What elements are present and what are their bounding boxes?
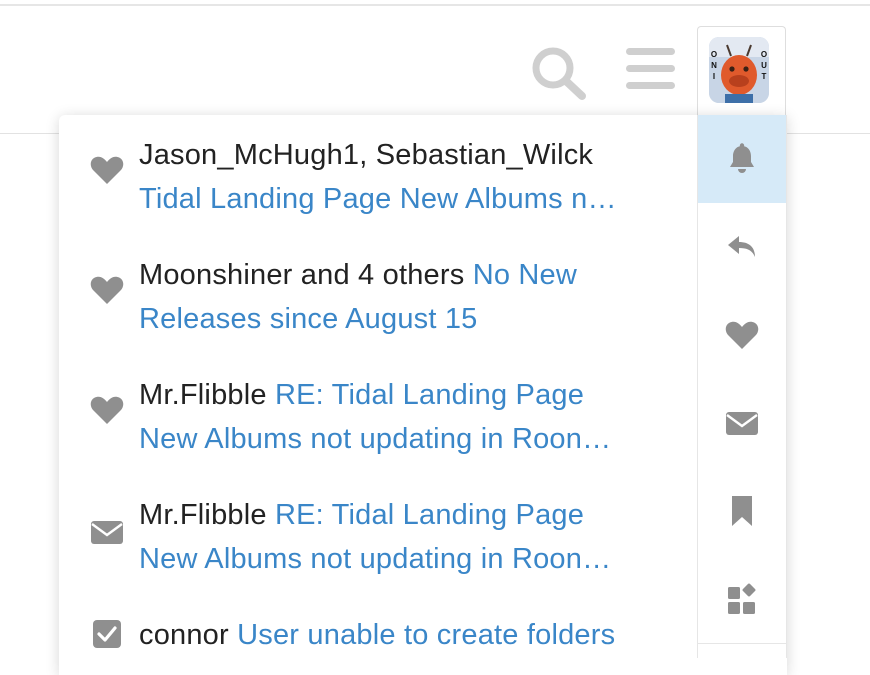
top-border [0, 4, 870, 6]
notification-actor: Mr.Flibble [139, 379, 267, 411]
envelope-icon [90, 517, 124, 547]
notification-title[interactable]: Tidal Landing Page New Albums n… [139, 183, 617, 215]
tab-notifications[interactable] [698, 115, 786, 203]
bookmark-icon [732, 496, 752, 526]
notification-actor: Jason_McHugh1, Sebastian_Wilck [139, 139, 594, 171]
heart-icon [90, 395, 124, 425]
avatar-right-letters: O U T [760, 50, 768, 81]
user-menu-tabs [697, 115, 787, 658]
notification-text: connor User unable to create folders [139, 613, 669, 657]
heart-icon [725, 321, 759, 349]
notification-item[interactable]: Mr.Flibble RE: Tidal Landing Page New Al… [59, 493, 697, 593]
notification-actor: Moonshiner and 4 others [139, 259, 465, 291]
avatar[interactable]: O N I O U T [709, 37, 769, 103]
bell-icon [730, 143, 754, 173]
notification-item[interactable]: Moonshiner and 4 others No New Releases … [59, 253, 697, 353]
notifications-panel: Jason_McHugh1, Sebastian_Wilck Tidal Lan… [59, 115, 787, 675]
hamburger-menu-icon [626, 48, 675, 89]
notification-title[interactable]: RE: Tidal Landing Page [275, 379, 584, 411]
search-icon [532, 47, 586, 100]
notification-title[interactable]: RE: Tidal Landing Page [275, 499, 584, 531]
tab-replies[interactable] [698, 203, 786, 291]
tabs-divider [697, 643, 787, 644]
hamburger-menu-button[interactable] [622, 44, 680, 94]
user-menu-tab[interactable]: O N I O U T [697, 26, 786, 126]
notification-item[interactable]: Jason_McHugh1, Sebastian_Wilck Tidal Lan… [59, 133, 697, 233]
notification-actor: connor [139, 619, 229, 651]
tab-likes[interactable] [698, 291, 786, 379]
notification-item[interactable]: Mr.Flibble RE: Tidal Landing Page New Al… [59, 373, 697, 473]
notification-text: Moonshiner and 4 others No New Releases … [139, 253, 669, 341]
search-button[interactable] [528, 44, 588, 100]
notification-text: Mr.Flibble RE: Tidal Landing Page New Al… [139, 373, 669, 461]
heart-icon [90, 155, 124, 185]
notification-title-cont[interactable]: New Albums not updating in Roon… [139, 543, 611, 575]
checkbox-icon [90, 619, 124, 649]
notification-title-cont[interactable]: Releases since August 15 [139, 303, 478, 335]
notification-text: Mr.Flibble RE: Tidal Landing Page New Al… [139, 493, 669, 581]
notification-title-cont[interactable]: New Albums not updating in Roon… [139, 423, 611, 455]
tab-bookmarks[interactable] [698, 467, 786, 555]
envelope-icon [726, 412, 758, 435]
reply-icon [728, 236, 755, 257]
tab-messages[interactable] [698, 379, 786, 467]
notification-actor: Mr.Flibble [139, 499, 267, 531]
notification-text: Jason_McHugh1, Sebastian_Wilck Tidal Lan… [139, 133, 669, 221]
tab-preferences[interactable] [698, 555, 786, 643]
notification-item[interactable]: connor User unable to create folders [59, 613, 697, 673]
heart-icon [90, 275, 124, 305]
widgets-icon [728, 583, 756, 614]
notification-title[interactable]: No New [473, 259, 577, 291]
avatar-left-letters: O N I [710, 50, 718, 81]
notification-title[interactable]: User unable to create folders [237, 619, 615, 651]
